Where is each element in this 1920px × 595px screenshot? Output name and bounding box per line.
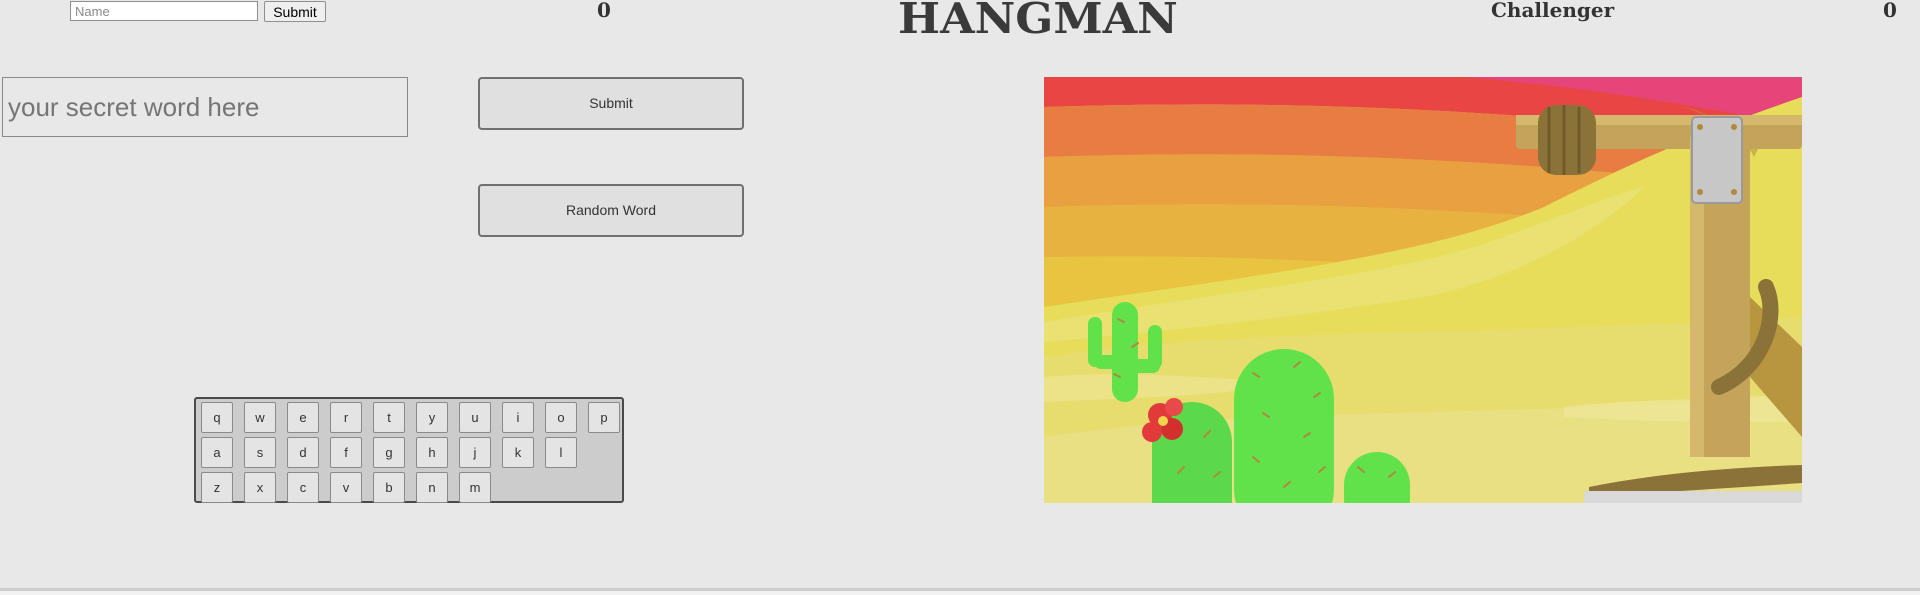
key-d[interactable]: d — [287, 437, 319, 468]
challenger-score: 0 — [1883, 0, 1897, 22]
key-f[interactable]: f — [330, 437, 362, 468]
submit-word-button[interactable]: Submit — [478, 77, 744, 130]
key-n[interactable]: n — [416, 472, 448, 503]
player-score: 0 — [597, 0, 611, 22]
key-w[interactable]: w — [244, 402, 276, 433]
name-submit-button[interactable]: Submit — [264, 1, 326, 22]
key-l[interactable]: l — [545, 437, 577, 468]
key-z[interactable]: z — [201, 472, 233, 503]
random-word-button[interactable]: Random Word — [478, 184, 744, 237]
key-y[interactable]: y — [416, 402, 448, 433]
key-m[interactable]: m — [459, 472, 491, 503]
key-x[interactable]: x — [244, 472, 276, 503]
challenger-label: Challenger — [1491, 0, 1615, 22]
letter-keyboard: qwertyuiop asdfghjkl zxcvbnm — [194, 397, 624, 503]
page-title: HANGMAN — [898, 0, 1178, 43]
key-e[interactable]: e — [287, 402, 319, 433]
key-g[interactable]: g — [373, 437, 405, 468]
key-p[interactable]: p — [588, 402, 620, 433]
key-s[interactable]: s — [244, 437, 276, 468]
key-q[interactable]: q — [201, 402, 233, 433]
key-i[interactable]: i — [502, 402, 534, 433]
key-b[interactable]: b — [373, 472, 405, 503]
scene-illustration — [1044, 77, 1802, 503]
key-r[interactable]: r — [330, 402, 362, 433]
secret-word-input[interactable] — [2, 77, 408, 137]
desert-gallows-scene — [1044, 77, 1802, 503]
key-o[interactable]: o — [545, 402, 577, 433]
key-a[interactable]: a — [201, 437, 233, 468]
name-input[interactable] — [70, 1, 258, 21]
key-h[interactable]: h — [416, 437, 448, 468]
key-u[interactable]: u — [459, 402, 491, 433]
page-bottom-area — [0, 591, 1920, 595]
key-k[interactable]: k — [502, 437, 534, 468]
key-t[interactable]: t — [373, 402, 405, 433]
key-j[interactable]: j — [459, 437, 491, 468]
key-v[interactable]: v — [330, 472, 362, 503]
key-c[interactable]: c — [287, 472, 319, 503]
